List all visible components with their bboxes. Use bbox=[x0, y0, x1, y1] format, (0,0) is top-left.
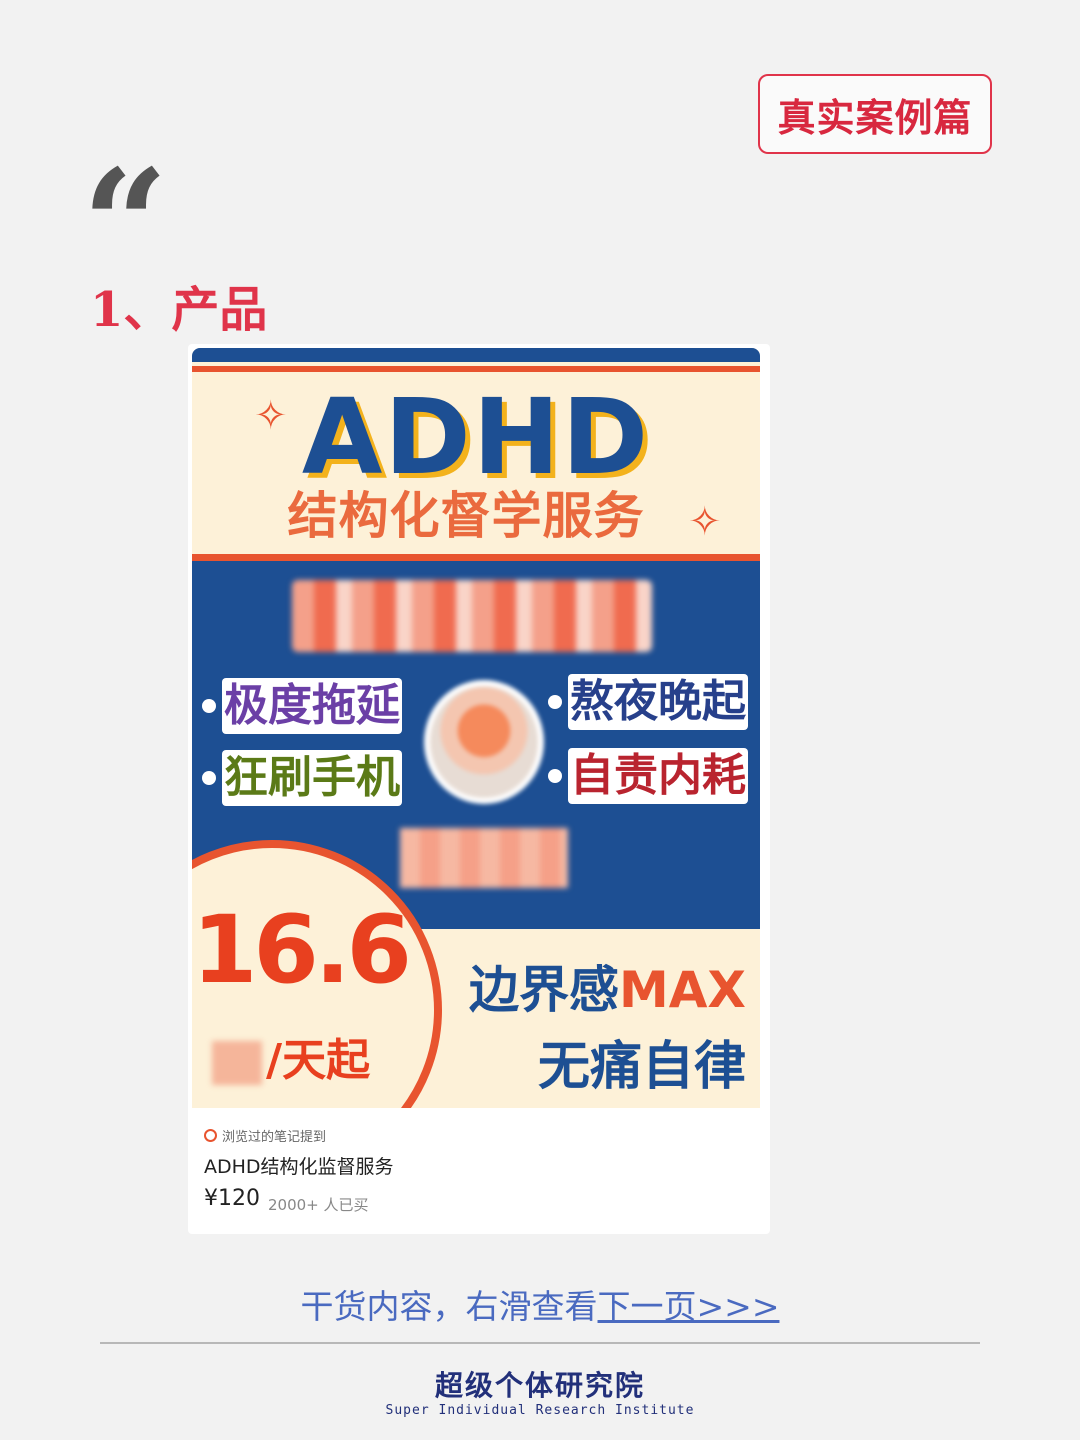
poster-price: 16.6 bbox=[192, 896, 412, 1005]
product-poster-image[interactable]: ✧ ✧ ADHD 结构化督学服务 极度拖延 熬夜晚起 狂刷手机 自责内耗 16.… bbox=[192, 348, 760, 1108]
pain-point-label: 狂刷手机 bbox=[222, 750, 402, 806]
poster-price-unit: /天起 bbox=[212, 1024, 370, 1088]
footer-divider bbox=[100, 1342, 980, 1344]
brand-name-en: Super Individual Research Institute bbox=[385, 1403, 695, 1418]
card-note-text: 浏览过的笔记提到 bbox=[222, 1130, 327, 1145]
product-name[interactable]: ADHD结构化监督服务 bbox=[204, 1152, 394, 1179]
pain-point-label: 自责内耗 bbox=[568, 748, 748, 804]
swipe-hint: 干货内容，右滑查看下一页>>> bbox=[0, 1280, 1080, 1328]
poster-top-bar bbox=[192, 348, 760, 362]
pain-point-item: 狂刷手机 bbox=[202, 750, 402, 806]
poster-slogan-2: 无痛自律 bbox=[537, 1037, 746, 1097]
mosaic-currency bbox=[212, 1041, 262, 1085]
note-ring-icon bbox=[204, 1129, 217, 1142]
poster-top-line bbox=[192, 366, 760, 372]
section-title: 1、产品 bbox=[90, 282, 268, 338]
poster-subheadline: 结构化督学服务 bbox=[287, 487, 645, 545]
pain-point-item: 熬夜晚起 bbox=[548, 674, 748, 730]
pain-point-item: 自责内耗 bbox=[548, 748, 748, 804]
bullet-dot-icon bbox=[202, 699, 216, 713]
product-card[interactable]: ✧ ✧ ADHD 结构化督学服务 极度拖延 熬夜晚起 狂刷手机 自责内耗 16.… bbox=[188, 344, 770, 1234]
bullet-dot-icon bbox=[202, 771, 216, 785]
product-price: ¥120 bbox=[204, 1186, 260, 1211]
next-page-link[interactable]: 下一页>>> bbox=[598, 1287, 780, 1326]
pain-point-item: 极度拖延 bbox=[202, 678, 402, 734]
pain-point-label: 极度拖延 bbox=[222, 678, 402, 734]
card-note: 浏览过的笔记提到 bbox=[204, 1126, 326, 1145]
pain-point-label: 熬夜晚起 bbox=[568, 674, 748, 730]
brand-name: 超级个体研究院 bbox=[434, 1369, 645, 1402]
poster-slogan-1: 边界感MAX bbox=[468, 961, 746, 1019]
mosaic-blurred-banner bbox=[292, 580, 652, 652]
swipe-hint-text: 干货内容，右滑查看 bbox=[300, 1287, 598, 1326]
bullet-dot-icon bbox=[548, 695, 562, 709]
mosaic-blurred-label bbox=[400, 828, 568, 888]
category-badge: 真实案例篇 bbox=[758, 74, 992, 154]
bullet-dot-icon bbox=[548, 769, 562, 783]
mosaic-avatar bbox=[424, 680, 544, 804]
product-sold-count: 2000+ 人已买 bbox=[268, 1196, 369, 1214]
